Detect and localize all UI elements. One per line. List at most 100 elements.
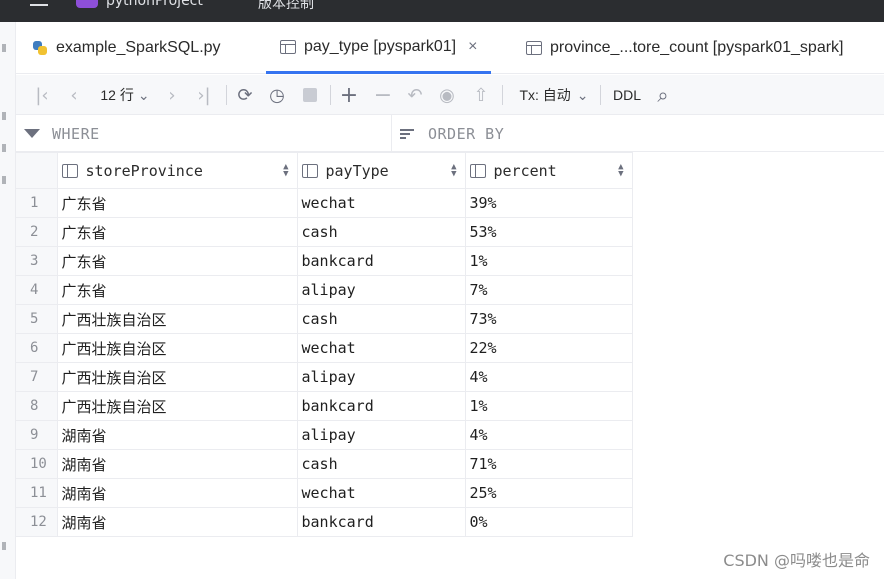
- revert-icon[interactable]: ↶: [404, 85, 426, 106]
- table-row[interactable]: 8 广西壮族自治区 bankcard 1%: [16, 391, 633, 421]
- cell-paytype[interactable]: alipay: [296, 275, 466, 305]
- where-filter-input[interactable]: WHERE: [24, 115, 384, 152]
- cell-paytype[interactable]: bankcard: [296, 391, 466, 421]
- vcs-menu[interactable]: 版本控制: [258, 0, 314, 13]
- table-row[interactable]: 12 湖南省 bankcard 0%: [16, 507, 633, 537]
- tool-marker-icon[interactable]: [2, 542, 6, 550]
- preview-icon[interactable]: ◉: [436, 85, 458, 106]
- row-number[interactable]: 12: [16, 507, 58, 537]
- row-number[interactable]: 2: [16, 217, 58, 247]
- tab-example-sparksql[interactable]: example_SparkSQL.py: [32, 22, 221, 74]
- search-icon[interactable]: ⌕: [652, 83, 674, 107]
- table-row[interactable]: 1 广东省 wechat 39%: [16, 188, 633, 218]
- table-row[interactable]: 5 广西壮族自治区 cash 73%: [16, 304, 633, 334]
- order-by-input[interactable]: ORDER BY: [400, 115, 870, 152]
- table-row[interactable]: 11 湖南省 wechat 25%: [16, 478, 633, 508]
- table-row[interactable]: 4 广东省 alipay 7%: [16, 275, 633, 305]
- cell-storeprovince[interactable]: 湖南省: [56, 449, 298, 479]
- table-row[interactable]: 7 广西壮族自治区 alipay 4%: [16, 362, 633, 392]
- cell-storeprovince[interactable]: 广东省: [56, 246, 298, 276]
- transaction-mode-selector[interactable]: Tx: 自动 ⌄: [516, 85, 592, 105]
- cell-percent[interactable]: 71%: [464, 449, 633, 479]
- page-size-selector[interactable]: 12 行 ⌄: [98, 85, 152, 105]
- cell-paytype[interactable]: bankcard: [296, 507, 466, 537]
- cell-storeprovince[interactable]: 广西壮族自治区: [56, 333, 298, 363]
- project-badge-icon[interactable]: [76, 0, 98, 8]
- row-number[interactable]: 7: [16, 362, 58, 392]
- table-row[interactable]: 2 广东省 cash 53%: [16, 217, 633, 247]
- cell-percent[interactable]: 1%: [464, 246, 633, 276]
- row-number[interactable]: 5: [16, 304, 58, 334]
- main-menu-icon[interactable]: [30, 0, 48, 6]
- cell-paytype[interactable]: wechat: [296, 188, 466, 218]
- cell-storeprovince[interactable]: 广西壮族自治区: [56, 304, 298, 334]
- column-header-paytype[interactable]: payType ▲ ▼: [296, 152, 466, 189]
- history-icon[interactable]: ◷: [266, 85, 288, 106]
- cell-percent[interactable]: 22%: [464, 333, 633, 363]
- cell-percent[interactable]: 7%: [464, 275, 633, 305]
- cell-storeprovince[interactable]: 广东省: [56, 188, 298, 218]
- first-page-icon[interactable]: |‹: [32, 85, 52, 106]
- next-page-icon[interactable]: ›: [162, 85, 182, 106]
- column-icon: [469, 163, 486, 178]
- row-number[interactable]: 6: [16, 333, 58, 363]
- stop-icon[interactable]: [300, 85, 320, 105]
- row-number[interactable]: 3: [16, 246, 58, 276]
- tool-marker-icon[interactable]: [2, 176, 6, 184]
- row-number[interactable]: 1: [16, 188, 58, 218]
- row-number[interactable]: 11: [16, 478, 58, 508]
- cell-storeprovince[interactable]: 湖南省: [56, 507, 298, 537]
- tool-marker-icon[interactable]: [2, 112, 6, 120]
- cell-paytype[interactable]: cash: [296, 304, 466, 334]
- tool-marker-icon[interactable]: [2, 44, 6, 52]
- ddl-button[interactable]: DDL: [610, 85, 644, 105]
- table-row[interactable]: 6 广西壮族自治区 wechat 22%: [16, 333, 633, 363]
- tool-marker-icon[interactable]: [2, 144, 6, 152]
- cell-storeprovince[interactable]: 湖南省: [56, 478, 298, 508]
- column-header-storeprovince[interactable]: storeProvince ▲ ▼: [56, 152, 298, 189]
- sort-arrows-icon[interactable]: ▲ ▼: [283, 162, 288, 178]
- cell-paytype[interactable]: alipay: [296, 420, 466, 450]
- cell-percent[interactable]: 4%: [464, 420, 633, 450]
- cell-percent[interactable]: 0%: [464, 507, 633, 537]
- row-number[interactable]: 8: [16, 391, 58, 421]
- cell-percent[interactable]: 4%: [464, 362, 633, 392]
- cell-storeprovince[interactable]: 湖南省: [56, 420, 298, 450]
- table-row[interactable]: 10 湖南省 cash 71%: [16, 449, 633, 479]
- cell-paytype[interactable]: alipay: [296, 362, 466, 392]
- sort-arrows-icon[interactable]: ▲ ▼: [451, 162, 456, 178]
- tab-pay-type[interactable]: pay_type [pyspark01] ×: [266, 22, 492, 74]
- prev-page-icon[interactable]: ‹: [64, 85, 84, 106]
- row-number-header[interactable]: [16, 152, 58, 189]
- column-header-percent[interactable]: percent ▲ ▼: [464, 152, 633, 189]
- submit-icon[interactable]: ⇧: [470, 85, 492, 106]
- table-row[interactable]: 9 湖南省 alipay 4%: [16, 420, 633, 450]
- sort-arrows-icon[interactable]: ▲ ▼: [618, 162, 623, 178]
- cell-percent[interactable]: 73%: [464, 304, 633, 334]
- project-name[interactable]: pythonProject: [106, 0, 203, 9]
- cell-paytype[interactable]: cash: [296, 449, 466, 479]
- row-number[interactable]: 9: [16, 420, 58, 450]
- watermark: CSDN @吗喽也是命: [723, 551, 870, 570]
- tab-province-store-count[interactable]: province_...tore_count [pyspark01_spark]: [526, 22, 844, 74]
- cell-percent[interactable]: 25%: [464, 478, 633, 508]
- row-number[interactable]: 4: [16, 275, 58, 305]
- cell-storeprovince[interactable]: 广东省: [56, 217, 298, 247]
- cell-paytype[interactable]: cash: [296, 217, 466, 247]
- add-row-icon[interactable]: +: [338, 83, 360, 108]
- cell-storeprovince[interactable]: 广西壮族自治区: [56, 362, 298, 392]
- close-tab-icon[interactable]: ×: [468, 38, 477, 56]
- last-page-icon[interactable]: ›|: [192, 85, 216, 106]
- cell-percent[interactable]: 39%: [464, 188, 633, 218]
- cell-paytype[interactable]: wechat: [296, 333, 466, 363]
- cell-percent[interactable]: 1%: [464, 391, 633, 421]
- reload-icon[interactable]: ⟳: [234, 85, 256, 106]
- table-row[interactable]: 3 广东省 bankcard 1%: [16, 246, 633, 276]
- cell-storeprovince[interactable]: 广东省: [56, 275, 298, 305]
- delete-row-icon[interactable]: −: [372, 83, 394, 108]
- cell-paytype[interactable]: bankcard: [296, 246, 466, 276]
- cell-storeprovince[interactable]: 广西壮族自治区: [56, 391, 298, 421]
- cell-paytype[interactable]: wechat: [296, 478, 466, 508]
- cell-percent[interactable]: 53%: [464, 217, 633, 247]
- row-number[interactable]: 10: [16, 449, 58, 479]
